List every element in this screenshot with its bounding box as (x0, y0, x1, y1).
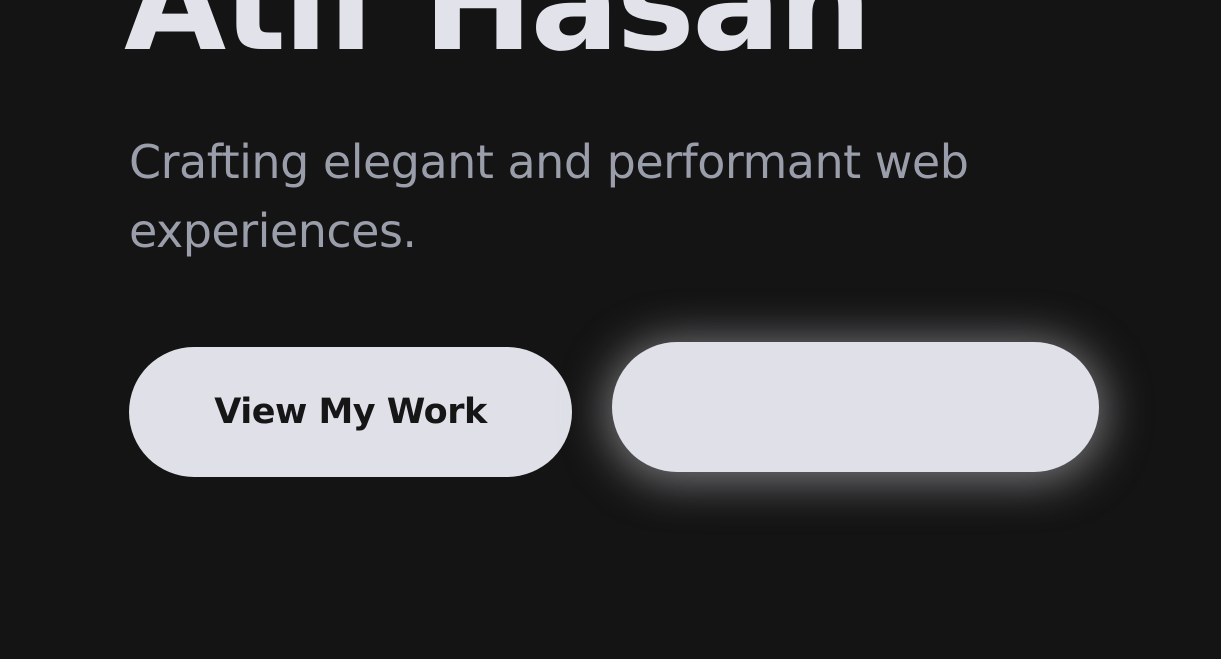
view-my-work-button[interactable]: View My Work (129, 347, 572, 477)
hero-name-heading: Atif Hasan (124, 0, 872, 81)
hero-tagline: Crafting elegant and performant web expe… (129, 135, 969, 258)
secondary-cta-button[interactable] (612, 342, 1099, 472)
hero-section: Atif Hasan Crafting elegant and performa… (0, 0, 1221, 659)
view-my-work-label: View My Work (214, 392, 487, 432)
